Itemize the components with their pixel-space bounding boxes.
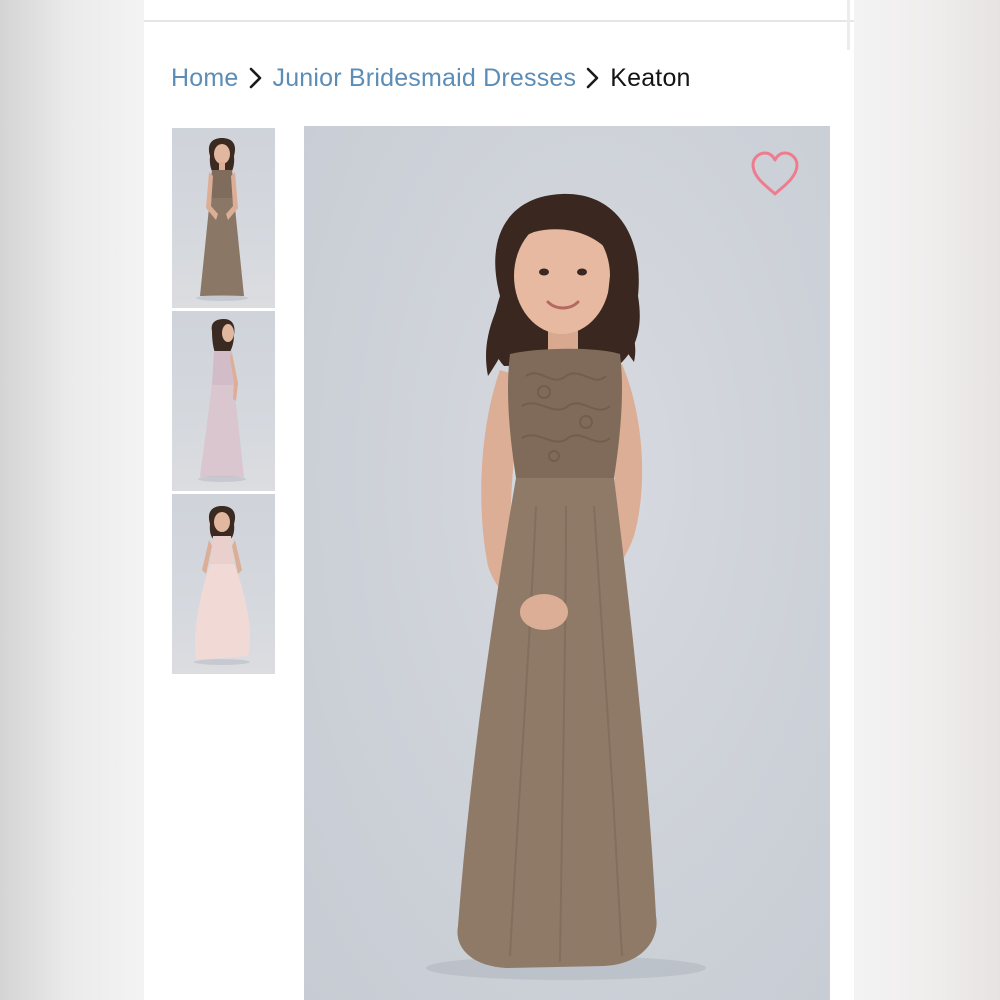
breadcrumb-category-link[interactable]: Junior Bridesmaid Dresses xyxy=(273,64,577,93)
main-product-image[interactable] xyxy=(304,126,830,1000)
product-page: Home Junior Bridesmaid Dresses Keaton xyxy=(144,0,854,1000)
header-bar xyxy=(144,0,854,22)
chevron-right-icon xyxy=(245,66,267,90)
dress-shape xyxy=(194,564,251,660)
breadcrumb-home-link[interactable]: Home xyxy=(171,64,239,93)
thumbnail-back[interactable] xyxy=(172,311,275,491)
thumbnail-image xyxy=(194,506,251,665)
chevron-right-icon xyxy=(582,66,604,90)
product-photo xyxy=(426,193,706,980)
thumbnail-image xyxy=(196,138,248,301)
scrollbar[interactable] xyxy=(847,0,850,50)
dress-shape xyxy=(200,385,244,477)
favorite-button[interactable] xyxy=(749,148,801,200)
thumbnail-twirl[interactable] xyxy=(172,494,275,674)
breadcrumb: Home Junior Bridesmaid Dresses Keaton xyxy=(171,58,691,98)
dress-shape xyxy=(200,198,244,296)
breadcrumb-current: Keaton xyxy=(610,63,691,92)
thumbnail-image xyxy=(198,319,246,482)
thumbnail-list xyxy=(172,128,275,677)
heart-outline-icon xyxy=(751,151,799,196)
thumbnail-front[interactable] xyxy=(172,128,275,308)
